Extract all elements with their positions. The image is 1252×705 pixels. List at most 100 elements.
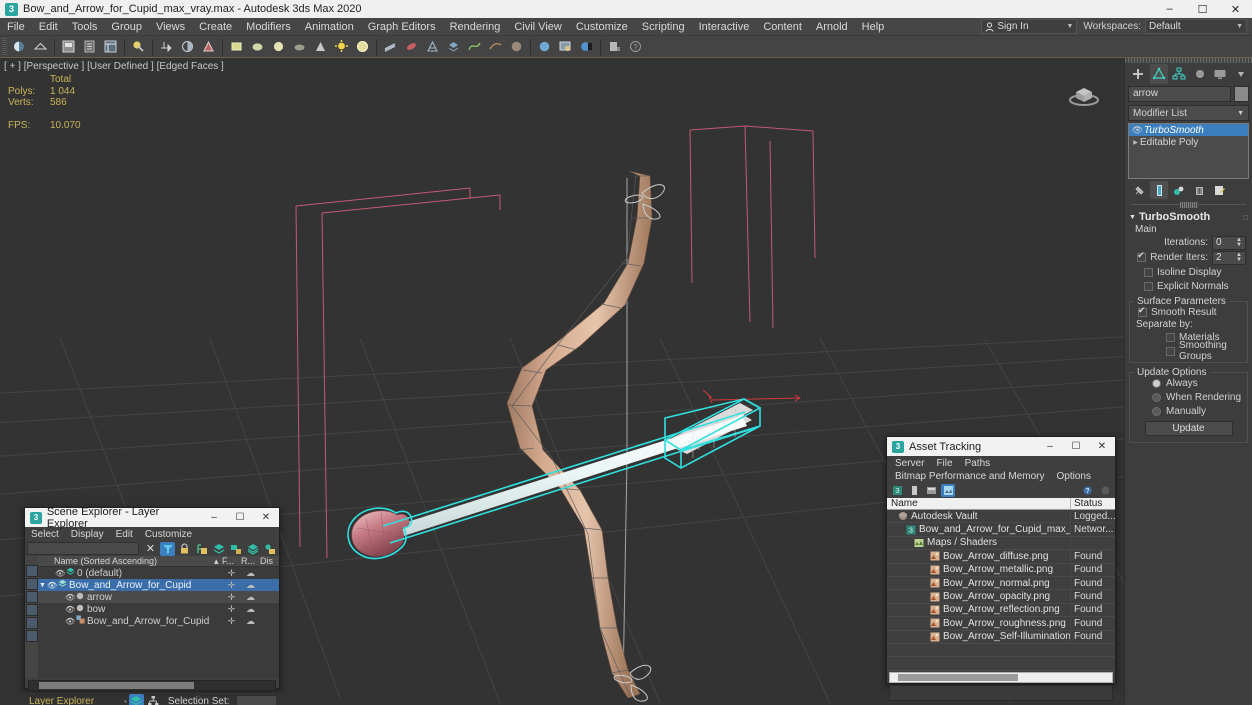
scene-explorer-titlebar[interactable]: 3 Scene Explorer - Layer Explorer – ☐ ✕ xyxy=(25,506,279,530)
eye-icon[interactable]: 👁 xyxy=(65,617,76,626)
column-frozen[interactable]: F... xyxy=(222,556,241,566)
show-end-result-icon[interactable] xyxy=(1150,181,1168,199)
menu-item-animation[interactable]: Animation xyxy=(298,18,361,36)
table-row[interactable]: Bow_Arrow_metallic.png Found xyxy=(887,564,1115,577)
table-row[interactable]: Bow_Arrow_diffuse.png Found xyxy=(887,550,1115,564)
at-menu-bitmap-performance[interactable]: Bitmap Performance and Memory xyxy=(889,470,1051,483)
render-toggle[interactable]: ☁ xyxy=(241,604,260,615)
material-editor-icon[interactable] xyxy=(507,37,526,56)
pin-stack-icon[interactable] xyxy=(1130,181,1148,199)
maximize-button[interactable]: ☐ xyxy=(1186,0,1219,18)
frozen-toggle[interactable]: ✛ xyxy=(222,616,241,627)
isoline-display-row[interactable]: Isoline Display xyxy=(1131,265,1246,279)
filter-helpers-icon[interactable] xyxy=(25,617,38,629)
smooth-result-checkbox[interactable] xyxy=(1138,305,1147,317)
chevron-down-icon[interactable]: ▼ xyxy=(1237,110,1244,117)
layer-props-icon[interactable] xyxy=(262,542,277,556)
render-production-icon[interactable] xyxy=(577,37,596,56)
chevron-down-icon[interactable]: ▼ xyxy=(1129,214,1136,221)
render-iters-checkbox[interactable] xyxy=(1137,250,1147,262)
remove-modifier-icon[interactable] xyxy=(1190,181,1208,199)
update-always-row[interactable]: Always xyxy=(1134,376,1243,390)
add-layer-icon[interactable] xyxy=(194,542,209,556)
table-row[interactable]: Bow_Arrow_roughness.png Found xyxy=(887,617,1115,631)
render-setup-icon[interactable] xyxy=(535,37,554,56)
pivot-center-icon[interactable] xyxy=(248,37,267,56)
table-row[interactable]: Autodesk Vault Logged... xyxy=(887,510,1116,524)
redo-icon[interactable] xyxy=(31,37,50,56)
column-render[interactable]: R... xyxy=(241,556,260,566)
render-toggle[interactable]: ☁ xyxy=(241,592,260,603)
frozen-toggle[interactable]: ✛ xyxy=(222,568,241,579)
layer-mode-icon[interactable] xyxy=(128,694,144,705)
minimize-button[interactable]: – xyxy=(201,508,227,527)
se-menu-display[interactable]: Display xyxy=(65,528,110,541)
modify-tab[interactable] xyxy=(1149,64,1168,84)
menu-item-customize[interactable]: Customize xyxy=(569,18,635,36)
eye-icon[interactable]: 👁 xyxy=(65,605,76,614)
update-when-rendering-row[interactable]: When Rendering xyxy=(1134,390,1243,404)
menu-item-tools[interactable]: Tools xyxy=(65,18,105,36)
menu-item-scripting[interactable]: Scripting xyxy=(635,18,692,36)
eye-icon[interactable]: 👁 xyxy=(65,593,76,602)
filter-icon[interactable] xyxy=(160,541,175,556)
menu-item-graph-editors[interactable]: Graph Editors xyxy=(361,18,443,36)
se-menu-customize[interactable]: Customize xyxy=(139,528,198,541)
close-button[interactable]: ✕ xyxy=(1219,0,1252,18)
undo-icon[interactable] xyxy=(10,37,29,56)
ref-coord-box-icon[interactable] xyxy=(227,37,246,56)
bind-space-warp-icon[interactable] xyxy=(101,37,120,56)
filter-lights-icon[interactable] xyxy=(25,591,38,603)
frozen-toggle[interactable]: ✛ xyxy=(222,592,241,603)
select-move-icon[interactable] xyxy=(157,37,176,56)
table-row[interactable]: Bow_Arrow_reflection.png Found xyxy=(887,604,1115,618)
filter-cameras-icon[interactable] xyxy=(25,604,38,616)
horizontal-scrollbar[interactable] xyxy=(28,680,276,691)
menu-item-interactive[interactable]: Interactive xyxy=(692,18,757,36)
angle-snap-icon[interactable] xyxy=(332,37,351,56)
help-icon[interactable]: ? xyxy=(1080,484,1094,497)
maximize-button[interactable]: ☐ xyxy=(227,508,253,527)
menu-item-rendering[interactable]: Rendering xyxy=(443,18,508,36)
minimize-button[interactable]: – xyxy=(1153,0,1186,18)
file-icon[interactable] xyxy=(907,484,921,497)
isoline-display-checkbox[interactable] xyxy=(1144,267,1153,277)
menu-item-modifiers[interactable]: Modifiers xyxy=(239,18,298,36)
list-item[interactable]: ▼ 👁 Bow_and_Arrow_for_Cupid ✛ ☁ xyxy=(38,579,279,591)
update-button[interactable]: Update xyxy=(1144,421,1233,436)
table-row[interactable]: Bow_Arrow_normal.png Found xyxy=(887,577,1115,591)
menu-item-create[interactable]: Create xyxy=(192,18,239,36)
modifier-stack[interactable]: 👁 TurboSmooth ▶ Editable Poly xyxy=(1128,123,1249,179)
snap-toggle-icon[interactable] xyxy=(311,37,330,56)
chevron-right-icon[interactable]: ▶ xyxy=(1131,139,1140,146)
render-iters-spinner[interactable]: 2 ▲ ▼ xyxy=(1212,250,1246,265)
menu-item-file[interactable]: File xyxy=(0,18,32,36)
eye-icon[interactable]: 👁 xyxy=(55,569,66,578)
project-folder-icon[interactable] xyxy=(605,37,624,56)
table-row[interactable]: 3 Bow_and_Arrow_for_Cupid_max_vray.max N… xyxy=(887,523,1115,537)
hierarchy-tab[interactable] xyxy=(1170,64,1189,84)
frozen-toggle[interactable]: ✛ xyxy=(222,604,241,615)
hierarchy-mode-icon[interactable] xyxy=(146,694,161,705)
chevron-down-icon[interactable]: ▼ xyxy=(1236,23,1243,30)
viewport-label[interactable]: [ + ] [Perspective ] [User Defined ] [Ed… xyxy=(4,61,224,72)
display-tab[interactable] xyxy=(1211,64,1230,84)
create-tab[interactable] xyxy=(1129,64,1148,84)
column-status[interactable]: Status xyxy=(1071,498,1115,509)
select-scale-icon[interactable] xyxy=(199,37,218,56)
unlink-icon[interactable] xyxy=(80,37,99,56)
list-item[interactable]: 👁 bow ✛ ☁ xyxy=(38,603,279,615)
update-manually-row[interactable]: Manually xyxy=(1134,404,1243,418)
select-link-icon[interactable] xyxy=(59,37,78,56)
eye-icon[interactable]: 👁 xyxy=(1131,125,1144,136)
sign-in-control[interactable]: Sign In ▼ xyxy=(981,19,1078,34)
render-toggle[interactable]: ☁ xyxy=(241,568,260,579)
layer-explorer-icon[interactable] xyxy=(444,37,463,56)
menu-item-group[interactable]: Group xyxy=(104,18,149,36)
menu-item-views[interactable]: Views xyxy=(149,18,192,36)
render-toggle[interactable]: ☁ xyxy=(241,616,260,627)
eye-icon[interactable]: 👁 xyxy=(47,581,58,590)
named-selection-icon[interactable] xyxy=(381,37,400,56)
explicit-normals-row[interactable]: Explicit Normals xyxy=(1131,279,1246,293)
menu-item-help[interactable]: Help xyxy=(855,18,892,36)
